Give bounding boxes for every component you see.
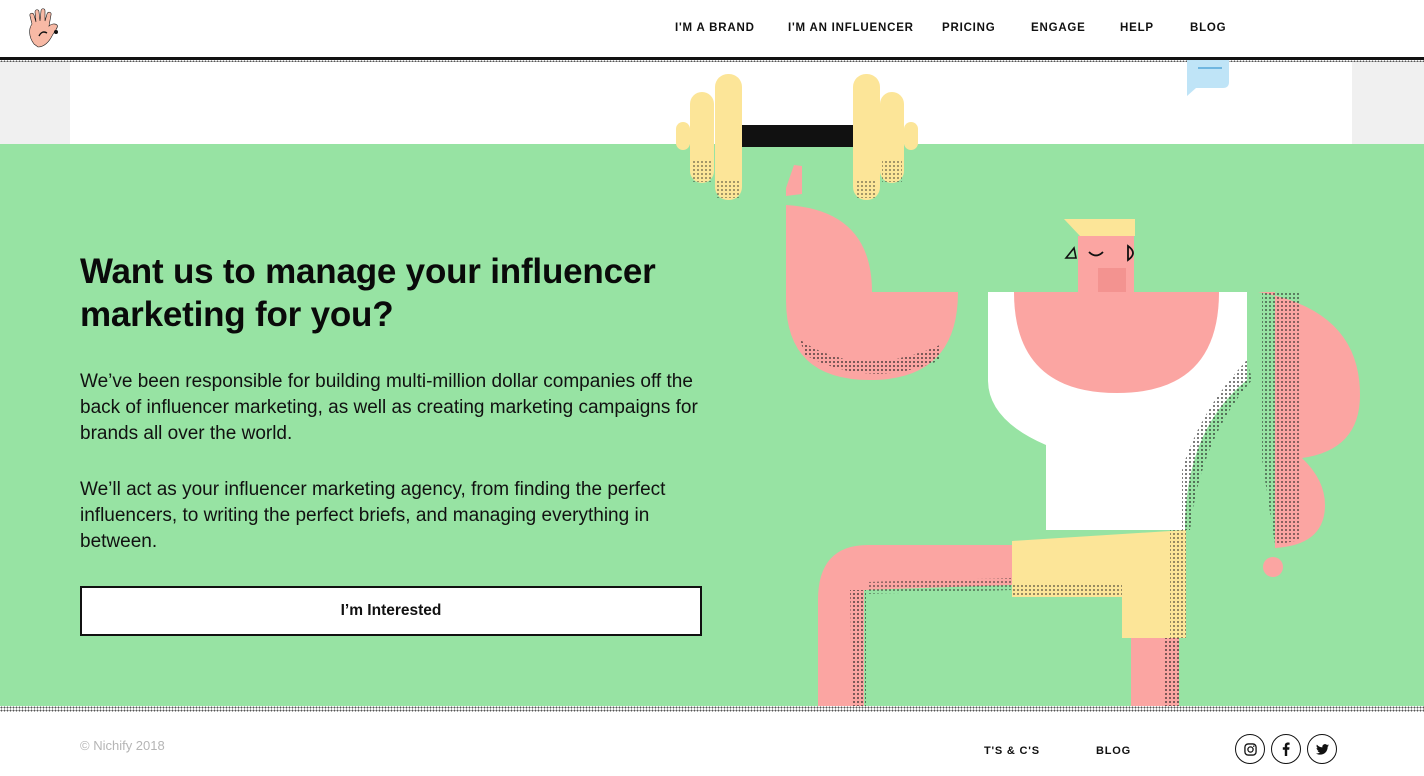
nav-blog[interactable]: BLOG <box>1190 22 1226 34</box>
interested-button[interactable]: I’m Interested <box>80 586 702 636</box>
weightlifter-illustration <box>660 60 1424 708</box>
main-nav: I'M A BRAND I'M AN INFLUENCER PRICING EN… <box>0 22 1424 38</box>
chat-bubble-icon <box>1186 60 1229 96</box>
twitter-icon[interactable] <box>1307 734 1337 764</box>
footer-blog-link[interactable]: BLOG <box>1096 745 1131 757</box>
instagram-icon[interactable] <box>1235 734 1265 764</box>
nav-influencer[interactable]: I'M AN INFLUENCER <box>788 22 914 34</box>
site-header: I'M A BRAND I'M AN INFLUENCER PRICING EN… <box>0 0 1424 58</box>
facebook-icon[interactable] <box>1271 734 1301 764</box>
nav-help[interactable]: HELP <box>1120 22 1154 34</box>
nav-brand[interactable]: I'M A BRAND <box>675 22 755 34</box>
hero-paragraph-2: We’ll act as your influencer marketing a… <box>80 479 666 552</box>
nav-engage[interactable]: ENGAGE <box>1031 22 1086 34</box>
footer-copyright: © Nichify 2018 <box>80 738 165 753</box>
hero-headline: Want us to manage your influencer market… <box>80 252 656 334</box>
footer-terms-link[interactable]: T'S & C'S <box>984 745 1040 757</box>
nav-pricing[interactable]: PRICING <box>942 22 996 34</box>
hero-paragraph-1: We’ve been responsible for building mult… <box>80 371 698 444</box>
dotted-divider-bottom <box>0 706 1424 712</box>
